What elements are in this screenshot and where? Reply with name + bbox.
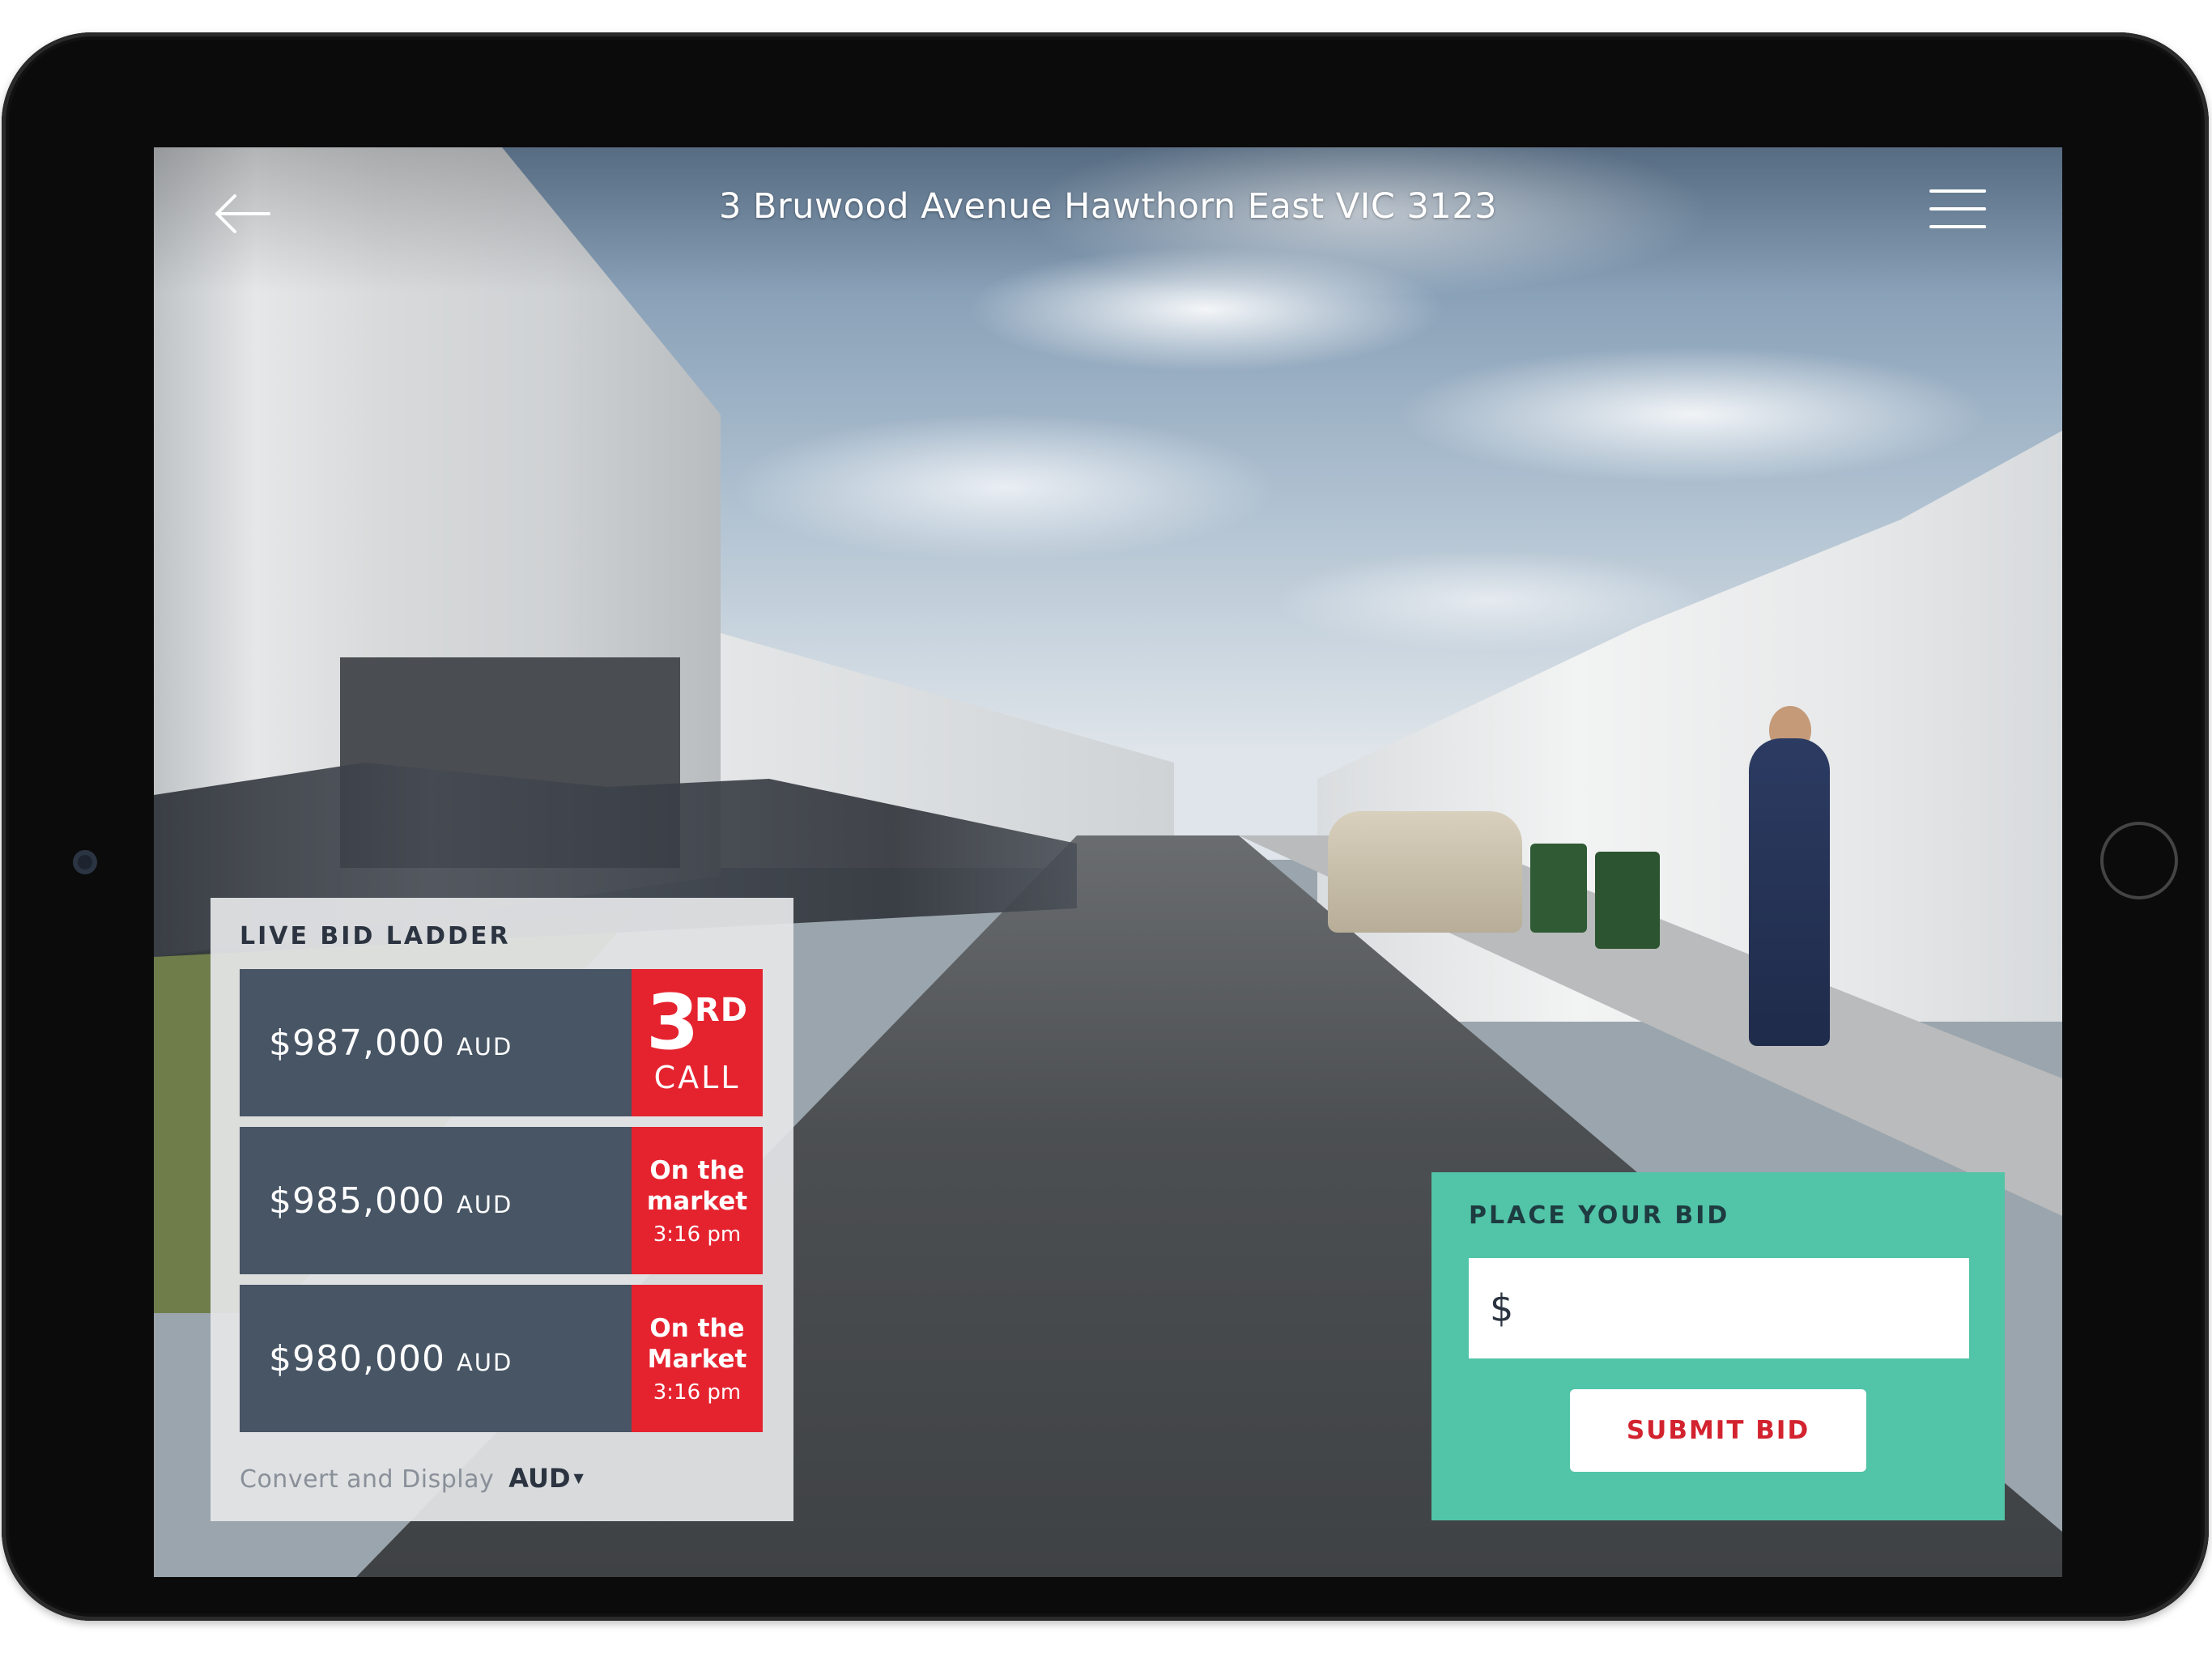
currency-convert-row: Convert and Display AUD ▼ [240, 1463, 584, 1494]
call-suffix: RD [695, 992, 749, 1029]
bid-row: $980,000 AUD On the Market 3:16 pm [240, 1285, 763, 1432]
bid-currency: AUD [456, 1191, 513, 1218]
market-status-line2: Market [647, 1345, 747, 1374]
market-status-line1: On the [649, 1314, 745, 1343]
place-bid-panel: PLACE YOUR BID $ SUBMIT BID [1431, 1172, 2005, 1520]
currency-dropdown[interactable]: AUD ▼ [508, 1463, 584, 1494]
wheelie-bin [1530, 844, 1587, 933]
bid-currency: AUD [456, 1349, 513, 1376]
bid-amount: $985,000 [269, 1180, 445, 1222]
menu-bar [1929, 207, 1986, 210]
bid-row: $987,000 AUD 3 RD CALL [240, 969, 763, 1116]
bid-row: $985,000 AUD On the market 3:16 pm [240, 1127, 763, 1274]
call-word: CALL [653, 1060, 741, 1095]
bid-currency: AUD [456, 1033, 513, 1061]
market-status-time: 3:16 pm [653, 1380, 742, 1405]
bid-amount: $987,000 [269, 1022, 445, 1064]
bid-amount-field[interactable]: $ [1469, 1258, 1969, 1358]
live-bid-ladder-panel: LIVE BID LADDER $987,000 AUD 3 RD CALL $… [211, 898, 793, 1521]
property-address-title: 3 Bruwood Avenue Hawthorn East VIC 3123 [719, 186, 1497, 227]
submit-bid-button[interactable]: SUBMIT BID [1570, 1389, 1866, 1472]
market-status-time: 3:16 pm [653, 1222, 742, 1247]
wheelie-bin [1595, 852, 1660, 949]
tablet-frame: 3 Bruwood Avenue Hawthorn East VIC 3123 … [2, 32, 2209, 1621]
menu-bar [1929, 189, 1986, 193]
bid-amount-input[interactable] [1520, 1287, 1945, 1329]
caret-down-icon: ▼ [573, 1470, 584, 1486]
front-camera [73, 850, 97, 874]
home-button[interactable] [2100, 822, 2178, 899]
call-status-badge: 3 RD CALL [632, 969, 763, 1116]
call-number: 3 [646, 979, 700, 1067]
bid-amount-box: $980,000 AUD [240, 1285, 632, 1432]
market-status-line2: market [646, 1187, 748, 1216]
hamburger-menu-icon[interactable] [1929, 189, 1986, 232]
live-auction-screen: 3 Bruwood Avenue Hawthorn East VIC 3123 … [154, 147, 2062, 1577]
auctioneer [1749, 738, 1830, 1046]
dollar-sign: $ [1490, 1286, 1514, 1330]
parked-car [1328, 811, 1522, 933]
market-status-badge: On the Market 3:16 pm [632, 1285, 763, 1432]
convert-label: Convert and Display [240, 1465, 495, 1494]
bid-amount-box: $987,000 AUD [240, 969, 632, 1116]
bid-amount: $980,000 [269, 1337, 445, 1380]
menu-bar [1929, 225, 1986, 228]
market-status-badge: On the market 3:16 pm [632, 1127, 763, 1274]
place-bid-title: PLACE YOUR BID [1469, 1201, 1730, 1230]
currency-dropdown-value: AUD [508, 1463, 571, 1494]
market-status-line1: On the [649, 1156, 745, 1185]
bid-ladder-title: LIVE BID LADDER [240, 922, 511, 950]
bid-amount-box: $985,000 AUD [240, 1127, 632, 1274]
